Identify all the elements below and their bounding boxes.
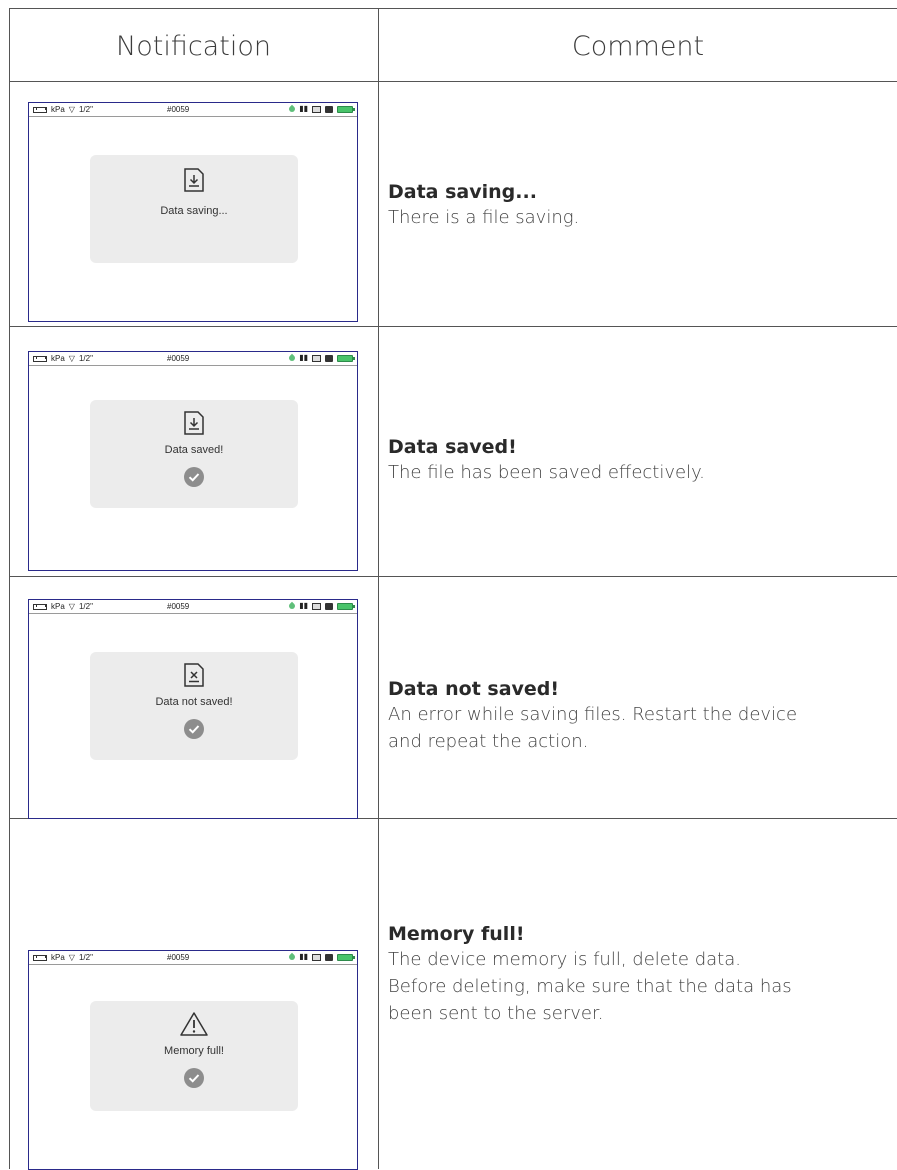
- column-header-comment: Comment: [571, 30, 705, 62]
- comment-cell: Data saving... There is a file saving.: [388, 180, 893, 231]
- sd-card-icon: [312, 354, 321, 362]
- dialog-text: Memory full!: [164, 1045, 224, 1057]
- battery-icon: [337, 953, 355, 961]
- filter-icon: ▽: [68, 353, 75, 363]
- comment-title: Data saving...: [388, 181, 537, 203]
- device-id: #0059: [167, 602, 190, 611]
- comment-line: and repeat the action.: [388, 731, 589, 752]
- check-circle-icon: [184, 467, 204, 487]
- drop-icon: [287, 601, 297, 611]
- comment-line: The device memory is full, delete data.: [388, 949, 741, 970]
- printer-icon: [325, 953, 333, 961]
- filter-icon: ▽: [68, 952, 75, 962]
- comment-cell: Memory full! The device memory is full, …: [388, 922, 893, 1027]
- device-screen: kPa ▽ 1/2" #0059 ▮▮ Data saving...: [28, 102, 358, 322]
- comment-line: There is a file saving.: [388, 207, 580, 228]
- sd-card-icon: [312, 105, 321, 113]
- filter-label: 1/2": [78, 953, 93, 962]
- notification-dialog: Memory full!: [90, 1001, 298, 1111]
- signal-icon: ▮▮: [299, 104, 308, 113]
- file-download-icon: [184, 168, 204, 192]
- table-row: kPa ▽ 1/2" #0059 ▮▮ Memory full! Memory …: [9, 819, 897, 1170]
- status-bar: kPa ▽ 1/2" #0059 ▮▮: [29, 103, 357, 117]
- comment-cell: Data saved! The file has been saved effe…: [388, 435, 893, 486]
- table-row: kPa ▽ 1/2" #0059 ▮▮ Data saving... Data …: [9, 82, 897, 326]
- notification-dialog: Data not saved!: [90, 652, 298, 760]
- printer-icon: [325, 354, 333, 362]
- drop-icon: [287, 353, 297, 363]
- file-download-icon: [184, 411, 204, 435]
- sd-card-icon: [312, 953, 321, 961]
- comment-title: Memory full!: [388, 923, 525, 945]
- file-error-icon: [184, 663, 204, 687]
- filter-label: 1/2": [78, 105, 93, 114]
- filter-label: 1/2": [78, 602, 93, 611]
- column-header-notification: Notification: [116, 30, 271, 62]
- ruler-icon: [33, 954, 47, 961]
- signal-icon: ▮▮: [299, 353, 308, 362]
- check-circle-icon: [184, 1068, 204, 1088]
- drop-icon: [287, 104, 297, 114]
- printer-icon: [325, 105, 333, 113]
- sd-card-icon: [312, 602, 321, 610]
- printer-icon: [325, 602, 333, 610]
- filter-label: 1/2": [78, 354, 93, 363]
- battery-icon: [337, 105, 355, 113]
- device-id: #0059: [167, 953, 190, 962]
- comment-line: An error while saving files. Restart the…: [388, 704, 798, 725]
- unit-label: kPa: [51, 105, 65, 114]
- comment-cell: Data not saved! An error while saving fi…: [388, 677, 893, 755]
- comment-title: Data not saved!: [388, 678, 560, 700]
- battery-icon: [337, 602, 355, 610]
- status-bar: kPa ▽ 1/2" #0059 ▮▮: [29, 600, 357, 614]
- status-bar: kPa ▽ 1/2" #0059 ▮▮: [29, 352, 357, 366]
- notification-dialog: Data saving...: [90, 155, 298, 263]
- table-row: kPa ▽ 1/2" #0059 ▮▮ Data not saved! Data…: [9, 577, 897, 819]
- dialog-text: Data saved!: [164, 444, 224, 456]
- dialog-text: Data not saved!: [155, 696, 233, 708]
- unit-label: kPa: [51, 354, 65, 363]
- device-screen: kPa ▽ 1/2" #0059 ▮▮ Data not saved!: [28, 599, 358, 819]
- battery-icon: [337, 354, 355, 362]
- status-bar: kPa ▽ 1/2" #0059 ▮▮: [29, 951, 357, 965]
- device-screen: kPa ▽ 1/2" #0059 ▮▮ Memory full!: [28, 950, 358, 1170]
- comment-line: The file has been saved effectively.: [388, 462, 705, 483]
- ruler-icon: [33, 355, 47, 362]
- unit-label: kPa: [51, 602, 65, 611]
- comment-title: Data saved!: [388, 436, 517, 458]
- check-circle-icon: [184, 719, 204, 739]
- ruler-icon: [33, 603, 47, 610]
- device-screen: kPa ▽ 1/2" #0059 ▮▮ Data saved!: [28, 351, 358, 571]
- signal-icon: ▮▮: [299, 601, 308, 610]
- device-id: #0059: [167, 105, 190, 114]
- unit-label: kPa: [51, 953, 65, 962]
- signal-icon: ▮▮: [299, 952, 308, 961]
- device-id: #0059: [167, 354, 190, 363]
- ruler-icon: [33, 106, 47, 113]
- comment-line: been sent to the server.: [388, 1003, 604, 1024]
- warning-triangle-icon: [180, 1012, 208, 1036]
- table-row: kPa ▽ 1/2" #0059 ▮▮ Data saved! Data sav…: [9, 327, 897, 576]
- filter-icon: ▽: [68, 601, 75, 611]
- filter-icon: ▽: [68, 104, 75, 114]
- dialog-text: Data saving...: [160, 205, 228, 217]
- drop-icon: [287, 952, 297, 962]
- comment-line: Before deleting, make sure that the data…: [388, 976, 792, 997]
- notification-table: Notification Comment kPa ▽1/2" #0059 ▮▮: [9, 8, 897, 1170]
- notification-dialog: Data saved!: [90, 400, 298, 508]
